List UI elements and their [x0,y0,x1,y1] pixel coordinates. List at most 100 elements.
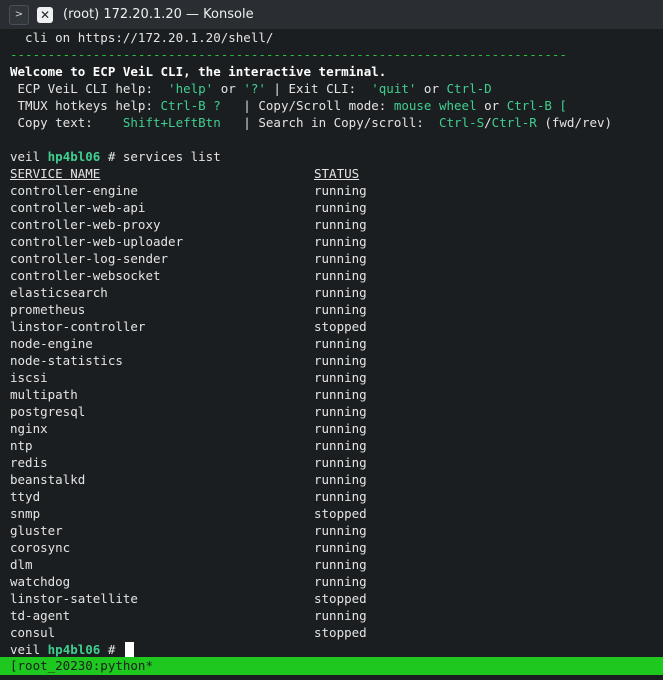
service-status: running [314,183,367,198]
table-row: elasticsearch running [10,284,663,301]
service-status: running [314,387,367,402]
table-row: controller-web-uploader running [10,233,663,250]
service-name: ntp [10,438,33,453]
services-table: controller-engine running controller-web-a… [10,182,663,641]
service-name: corosync [10,540,71,555]
cli-url-line: cli on https://172.20.1.20/shell/ [10,30,274,45]
service-status: running [314,540,367,555]
exit-key: 'quit' [371,81,417,96]
terminal-icon[interactable]: > [9,4,29,25]
table-row: prometheus running [10,301,663,318]
window-titlebar: > ✕ (root) 172.20.1.20 — Konsole [0,0,663,30]
table-row: controller-web-api running [10,199,663,216]
tmux-status-bar: [root_20230:python* [0,657,663,675]
service-status: running [314,574,367,589]
copy-text: | Search in Copy/scroll: [220,115,439,130]
service-status: running [314,455,367,470]
service-name: controller-engine [10,183,138,198]
table-row: beanstalkd running [10,471,663,488]
prompt-host: hp4bl06 [47,149,101,164]
tmux-key: Ctrl-B [ [506,98,567,113]
copy-text: (fwd/rev) [536,115,613,130]
table-row: node-statistics running [10,352,663,369]
help-key: 'help' [168,81,214,96]
service-status: running [314,472,367,487]
service-name: linstor-satellite [10,591,138,606]
service-name: controller-websocket [10,268,161,283]
copy-text: / [484,115,492,130]
table-row: controller-websocket running [10,267,663,284]
table-row: corosync running [10,539,663,556]
service-name: controller-web-proxy [10,217,161,232]
service-status: running [314,234,367,249]
service-name: ttyd [10,489,41,504]
service-name: redis [10,455,48,470]
table-row: iscsi running [10,369,663,386]
service-status: running [314,523,367,538]
help-key: '?' [243,81,266,96]
table-row: controller-log-sender running [10,250,663,267]
service-status: running [314,421,367,436]
search-key: Ctrl-S [438,115,485,130]
prompt-prefix: veil [10,642,48,657]
service-status: running [314,200,367,215]
service-name: gluster [10,523,63,538]
service-status: running [314,251,367,266]
table-row: dlm running [10,556,663,573]
table-row: nginx running [10,420,663,437]
service-status: stopped [314,591,367,606]
service-name: postgresql [10,404,86,419]
copy-line: Copy text: Shift+LeftBtn | Search in Cop… [10,114,663,131]
input-prompt-line[interactable]: veil hp4bl06 # [10,641,663,658]
window-title: (root) 172.20.1.20 — Konsole [63,7,254,22]
help-text: or [416,81,447,96]
service-name: snmp [10,506,41,521]
help-text: ECP VeiL CLI help: [10,81,169,96]
prompt-host: hp4bl06 [47,642,101,657]
tmux-text: TMUX hotkeys help: [10,98,161,113]
service-name: multipath [10,387,78,402]
tmux-key: Ctrl-B ? [160,98,221,113]
table-row: ntp running [10,437,663,454]
service-name: controller-log-sender [10,251,169,266]
table-row: gluster running [10,522,663,539]
service-name: iscsi [10,370,48,385]
table-header: SERVICE NAME STATUS [10,165,663,182]
text-cursor [124,642,134,657]
command-line: veil hp4bl06 # services list [10,148,663,165]
table-row: watchdog running [10,573,663,590]
close-icon[interactable]: ✕ [37,6,53,23]
service-name: node-engine [10,336,93,351]
prompt-symbol: # [100,642,123,657]
table-row: linstor-controller stopped [10,318,663,335]
service-status: running [314,217,367,232]
table-row: ttyd running [10,488,663,505]
terminal-output[interactable]: cli on https://172.20.1.20/shell/ ------… [10,29,663,658]
service-status: stopped [314,319,367,334]
service-status: running [314,557,367,572]
service-name: prometheus [10,302,86,317]
status-header: STATUS [314,166,360,181]
prompt-prefix: veil [10,149,48,164]
table-row: postgresql running [10,403,663,420]
service-status: running [314,353,367,368]
tmux-text: | Copy/Scroll mode: [220,98,394,113]
copy-text: Copy text: [10,115,123,130]
table-row: controller-engine running [10,182,663,199]
service-name: dlm [10,557,33,572]
search-key: Ctrl-R [491,115,537,130]
service-name: watchdog [10,574,71,589]
table-row: redis running [10,454,663,471]
copy-key: Shift+LeftBtn [122,115,221,130]
service-name: td-agent [10,608,71,623]
welcome-line: Welcome to ECP VeiL CLI, the interactive… [10,64,387,79]
service-status: running [314,285,367,300]
table-row: consul stopped [10,624,663,641]
table-row: controller-web-proxy running [10,216,663,233]
service-name: consul [10,625,56,640]
service-status: stopped [314,506,367,521]
service-status: running [314,404,367,419]
service-status: running [314,608,367,623]
tmux-key: mouse wheel [393,98,477,113]
